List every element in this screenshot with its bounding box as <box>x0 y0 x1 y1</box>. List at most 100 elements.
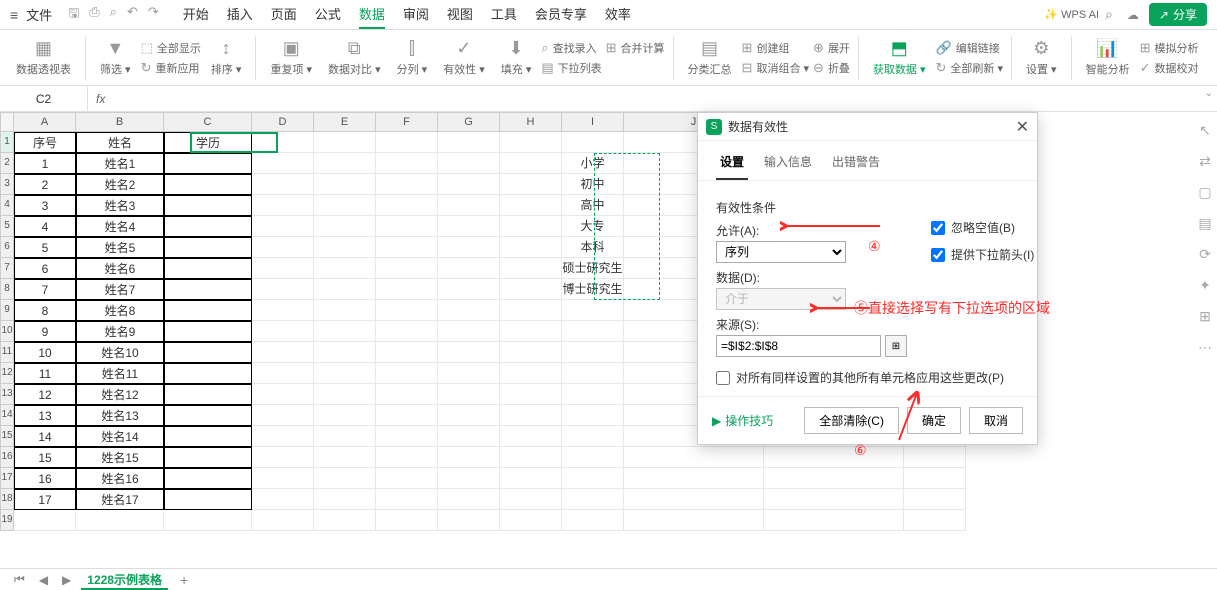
dialog-titlebar[interactable]: S 数据有效性 ✕ <box>698 113 1037 141</box>
cell[interactable] <box>252 132 314 153</box>
sheet-nav-next-icon[interactable]: ▶ <box>58 573 75 587</box>
cell[interactable] <box>376 174 438 195</box>
cell[interactable] <box>500 342 562 363</box>
cell[interactable]: 16 <box>14 468 76 489</box>
cell[interactable] <box>500 384 562 405</box>
cell[interactable] <box>252 468 314 489</box>
cell[interactable] <box>376 384 438 405</box>
cell[interactable] <box>314 510 376 531</box>
cell[interactable]: 12 <box>14 384 76 405</box>
cell[interactable] <box>562 132 624 153</box>
cell[interactable]: 姓名5 <box>76 237 164 258</box>
cell[interactable] <box>562 447 624 468</box>
settings[interactable]: ⚙设置 ▾ <box>1020 38 1063 77</box>
cell[interactable]: 姓名2 <box>76 174 164 195</box>
cell[interactable] <box>164 447 252 468</box>
cell[interactable]: 姓名14 <box>76 426 164 447</box>
cell[interactable] <box>438 153 500 174</box>
cell[interactable] <box>164 195 252 216</box>
col-header[interactable]: E <box>314 112 376 132</box>
cell[interactable]: 本科 <box>562 237 624 258</box>
cloud-icon[interactable]: ☁ <box>1127 8 1139 22</box>
col-header[interactable]: B <box>76 112 164 132</box>
text-to-cols[interactable]: ⫿分列 ▾ <box>391 38 434 77</box>
cell[interactable] <box>904 510 966 531</box>
cell[interactable] <box>164 384 252 405</box>
cell[interactable]: 5 <box>14 237 76 258</box>
cell[interactable] <box>164 174 252 195</box>
cell[interactable] <box>252 153 314 174</box>
col-header[interactable]: G <box>438 112 500 132</box>
row-header[interactable]: 2 <box>0 153 14 174</box>
cell[interactable] <box>252 489 314 510</box>
cell[interactable]: 7 <box>14 279 76 300</box>
cell[interactable]: 姓名6 <box>76 258 164 279</box>
cell[interactable] <box>314 384 376 405</box>
cell[interactable] <box>500 153 562 174</box>
ribbon-tab-7[interactable]: 工具 <box>491 0 517 29</box>
row-header[interactable]: 3 <box>0 174 14 195</box>
cell[interactable] <box>376 342 438 363</box>
cell[interactable] <box>164 153 252 174</box>
allow-select[interactable]: 序列 <box>716 241 846 263</box>
cell[interactable] <box>500 426 562 447</box>
row-header[interactable]: 11 <box>0 342 14 363</box>
hamburger-icon[interactable]: ≡ <box>10 7 18 23</box>
cell[interactable] <box>252 342 314 363</box>
cell[interactable] <box>314 426 376 447</box>
cell[interactable] <box>164 279 252 300</box>
range-picker-icon[interactable]: ⊞ <box>885 335 907 357</box>
cell[interactable] <box>252 174 314 195</box>
cell[interactable]: 6 <box>14 258 76 279</box>
share-button[interactable]: ↗ 分享 <box>1149 3 1207 26</box>
find-entry[interactable]: ⌕查找录入 <box>541 40 601 56</box>
cell[interactable] <box>314 321 376 342</box>
row-header[interactable]: 19 <box>0 510 14 531</box>
cell[interactable]: 博士研究生 <box>562 279 624 300</box>
cell[interactable] <box>164 300 252 321</box>
what-if[interactable]: ⊞模拟分析 <box>1140 40 1199 56</box>
ribbon-tab-0[interactable]: 开始 <box>183 0 209 29</box>
history-icon[interactable]: ⟳ <box>1199 246 1211 263</box>
cell[interactable] <box>252 363 314 384</box>
search-icon[interactable]: ⌕ <box>1105 6 1113 23</box>
cell[interactable] <box>376 510 438 531</box>
cell[interactable] <box>500 321 562 342</box>
cell[interactable]: 2 <box>14 174 76 195</box>
cell[interactable] <box>500 132 562 153</box>
cell[interactable] <box>764 468 904 489</box>
cell[interactable] <box>376 321 438 342</box>
source-input[interactable] <box>716 335 881 357</box>
cell[interactable] <box>500 405 562 426</box>
row-header[interactable]: 4 <box>0 195 14 216</box>
print-icon[interactable]: ⎙ <box>89 4 99 26</box>
cell[interactable] <box>624 468 764 489</box>
ok-button[interactable]: 确定 <box>907 407 961 434</box>
cell[interactable] <box>764 489 904 510</box>
cell[interactable]: 序号 <box>14 132 76 153</box>
cell[interactable] <box>438 405 500 426</box>
pivot-table[interactable]: ▦数据透视表 <box>10 38 77 77</box>
ribbon-tab-9[interactable]: 效率 <box>605 0 631 29</box>
fx-icon[interactable]: fx <box>88 92 113 106</box>
cell[interactable]: 8 <box>14 300 76 321</box>
cell[interactable] <box>500 468 562 489</box>
close-icon[interactable]: ✕ <box>1016 117 1029 137</box>
cell[interactable] <box>438 132 500 153</box>
cell[interactable] <box>500 237 562 258</box>
cell[interactable]: 姓名17 <box>76 489 164 510</box>
data-proof[interactable]: ✓数据校对 <box>1140 60 1199 76</box>
ribbon-tab-2[interactable]: 页面 <box>271 0 297 29</box>
cell[interactable] <box>376 363 438 384</box>
cancel-button[interactable]: 取消 <box>969 407 1023 434</box>
wps-ai-label[interactable]: ✨ WPS AI <box>1044 8 1099 21</box>
cell[interactable] <box>252 447 314 468</box>
cell[interactable] <box>164 489 252 510</box>
cell[interactable]: 10 <box>14 342 76 363</box>
cell[interactable]: 初中 <box>562 174 624 195</box>
cell[interactable] <box>314 489 376 510</box>
row-header[interactable]: 12 <box>0 363 14 384</box>
cell[interactable]: 姓名 <box>76 132 164 153</box>
cell[interactable] <box>438 384 500 405</box>
cell[interactable] <box>562 468 624 489</box>
